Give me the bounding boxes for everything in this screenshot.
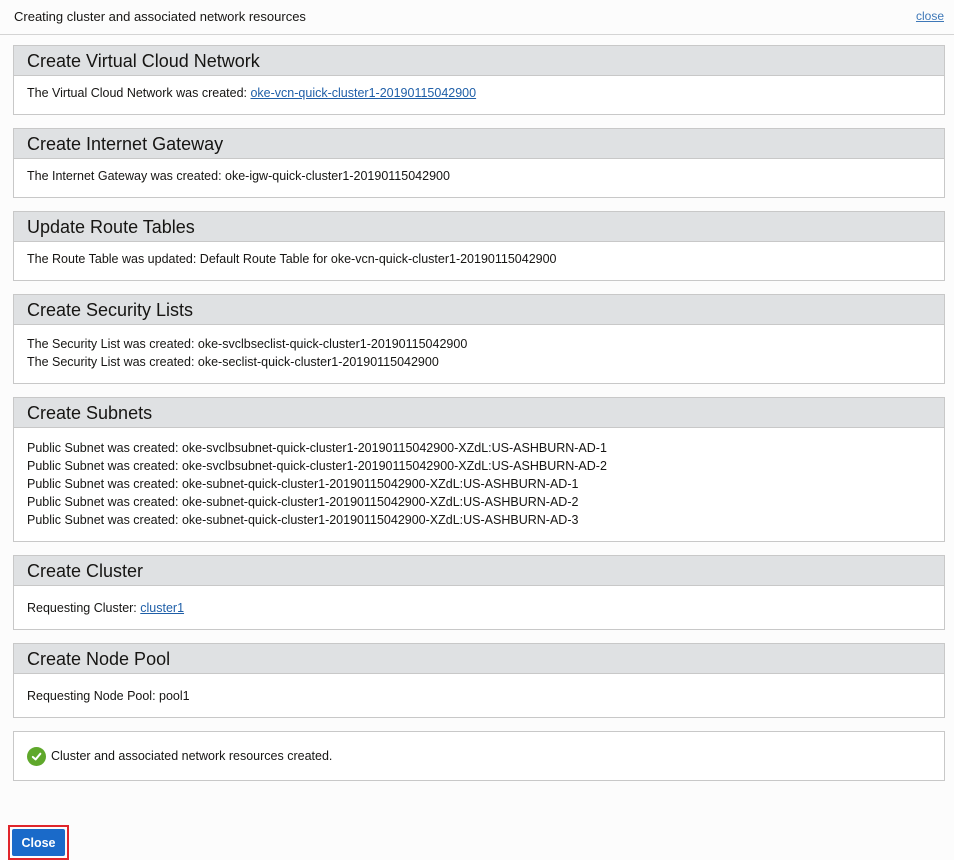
subnet-line: Public Subnet was created: oke-subnet-qu…	[27, 513, 579, 527]
panel-title: Create Internet Gateway	[14, 129, 944, 159]
panel-create-internet-gateway: Create Internet Gateway The Internet Gat…	[13, 128, 945, 198]
cluster-requesting-line: Requesting Cluster: cluster1	[27, 599, 931, 617]
status-panel: Cluster and associated network resources…	[13, 731, 945, 781]
panel-title: Create Subnets	[14, 398, 944, 428]
panel-create-subnets: Create Subnets Public Subnet was created…	[13, 397, 945, 542]
close-link[interactable]: close	[916, 9, 944, 23]
panel-create-security-lists: Create Security Lists The Security List …	[13, 294, 945, 384]
vcn-created-line: The Virtual Cloud Network was created: o…	[27, 84, 931, 102]
resource-panels: Create Virtual Cloud Network The Virtual…	[13, 45, 945, 781]
panel-create-cluster: Create Cluster Requesting Cluster: clust…	[13, 555, 945, 630]
panel-title: Create Security Lists	[14, 295, 944, 325]
dialog-header: Creating cluster and associated network …	[0, 0, 954, 35]
panel-title: Create Cluster	[14, 556, 944, 586]
panel-create-node-pool: Create Node Pool Requesting Node Pool: p…	[13, 643, 945, 718]
route-updated-line: The Route Table was updated: Default Rou…	[27, 252, 557, 266]
close-button-highlight: Close	[8, 825, 69, 860]
subnet-line: Public Subnet was created: oke-svclbsubn…	[27, 459, 607, 473]
panel-title: Create Node Pool	[14, 644, 944, 674]
igw-created-line: The Internet Gateway was created: oke-ig…	[27, 169, 450, 183]
subnet-line: Public Subnet was created: oke-subnet-qu…	[27, 477, 579, 491]
subnet-line: Public Subnet was created: oke-subnet-qu…	[27, 495, 579, 509]
panel-title: Create Virtual Cloud Network	[14, 46, 944, 76]
subnet-line: Public Subnet was created: oke-svclbsubn…	[27, 441, 607, 455]
dialog-title: Creating cluster and associated network …	[14, 9, 306, 24]
panel-update-route-tables: Update Route Tables The Route Table was …	[13, 211, 945, 281]
check-circle-icon	[27, 746, 46, 766]
close-button[interactable]: Close	[12, 829, 65, 856]
panel-title: Update Route Tables	[14, 212, 944, 242]
status-message: Cluster and associated network resources…	[51, 749, 333, 763]
cluster-requesting-text: Requesting Cluster:	[27, 601, 141, 615]
cluster-link[interactable]: cluster1	[140, 601, 184, 615]
seclist-line: The Security List was created: oke-secli…	[27, 355, 439, 369]
nodepool-requesting-line: Requesting Node Pool: pool1	[27, 689, 190, 703]
panel-create-vcn: Create Virtual Cloud Network The Virtual…	[13, 45, 945, 115]
vcn-created-text: The Virtual Cloud Network was created:	[27, 86, 251, 100]
seclist-line: The Security List was created: oke-svclb…	[27, 337, 468, 351]
vcn-link[interactable]: oke-vcn-quick-cluster1-20190115042900	[250, 86, 476, 100]
